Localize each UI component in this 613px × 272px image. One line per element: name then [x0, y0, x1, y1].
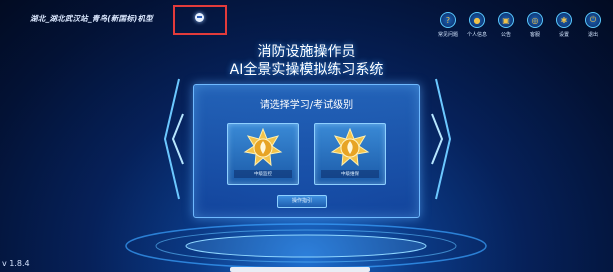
home-indicator — [230, 267, 370, 272]
title-line-2: AI全景实操模拟练习系统 — [229, 62, 384, 78]
notice-label: 公告 — [500, 32, 511, 38]
medal-icon — [243, 128, 283, 167]
level-label-maintenance: 中级维保 — [341, 172, 359, 177]
service-label: 客服 — [529, 32, 540, 38]
level-label-monitor: 中级监控 — [254, 172, 272, 177]
level-select-panel: 请选择学习/考试级别 中级监控 中级维保 操作指引 — [193, 84, 420, 218]
level-card-monitor[interactable]: 中级监控 — [227, 123, 299, 185]
faq-button[interactable]: ? 常见问题 — [436, 12, 460, 38]
service-button[interactable]: ◎ 客服 — [523, 12, 547, 38]
exit-label: 退出 — [587, 32, 598, 38]
notice-icon: ▣ — [498, 12, 514, 28]
faq-icon: ? — [440, 12, 456, 28]
top-toolbar: ? 常见问题 ● 个人信息 ▣ 公告 ◎ 客服 ✱ 设置 ⏻ 退出 — [436, 12, 605, 38]
location-label: 湖北_湖北武汉站_青鸟(新国标)机型 — [30, 14, 153, 23]
user-icon: ● — [469, 12, 485, 28]
profile-button[interactable]: ● 个人信息 — [465, 12, 489, 38]
settings-label: 设置 — [558, 32, 569, 38]
settings-icon: ✱ — [556, 12, 572, 28]
panel-title: 请选择学习/考试级别 — [259, 100, 354, 111]
service-icon: ◎ — [527, 12, 543, 28]
profile-label: 个人信息 — [466, 32, 487, 38]
power-icon: ⏻ — [585, 12, 601, 28]
left-arrow-icon[interactable] — [157, 74, 187, 204]
faq-label: 常见问题 — [437, 32, 458, 38]
operation-guide-button[interactable]: 操作指引 — [277, 195, 327, 208]
level-card-maintenance[interactable]: 中级维保 — [314, 123, 386, 185]
version-label: v 1.8.4 — [2, 259, 30, 268]
right-arrow-icon[interactable] — [428, 74, 458, 204]
settings-button[interactable]: ✱ 设置 — [552, 12, 576, 38]
notice-button[interactable]: ▣ 公告 — [494, 12, 518, 38]
medal-icon — [330, 128, 370, 167]
title-line-1: 消防设施操作员 — [257, 44, 356, 60]
user-avatar-icon[interactable] — [195, 13, 204, 22]
exit-button[interactable]: ⏻ 退出 — [581, 12, 605, 38]
